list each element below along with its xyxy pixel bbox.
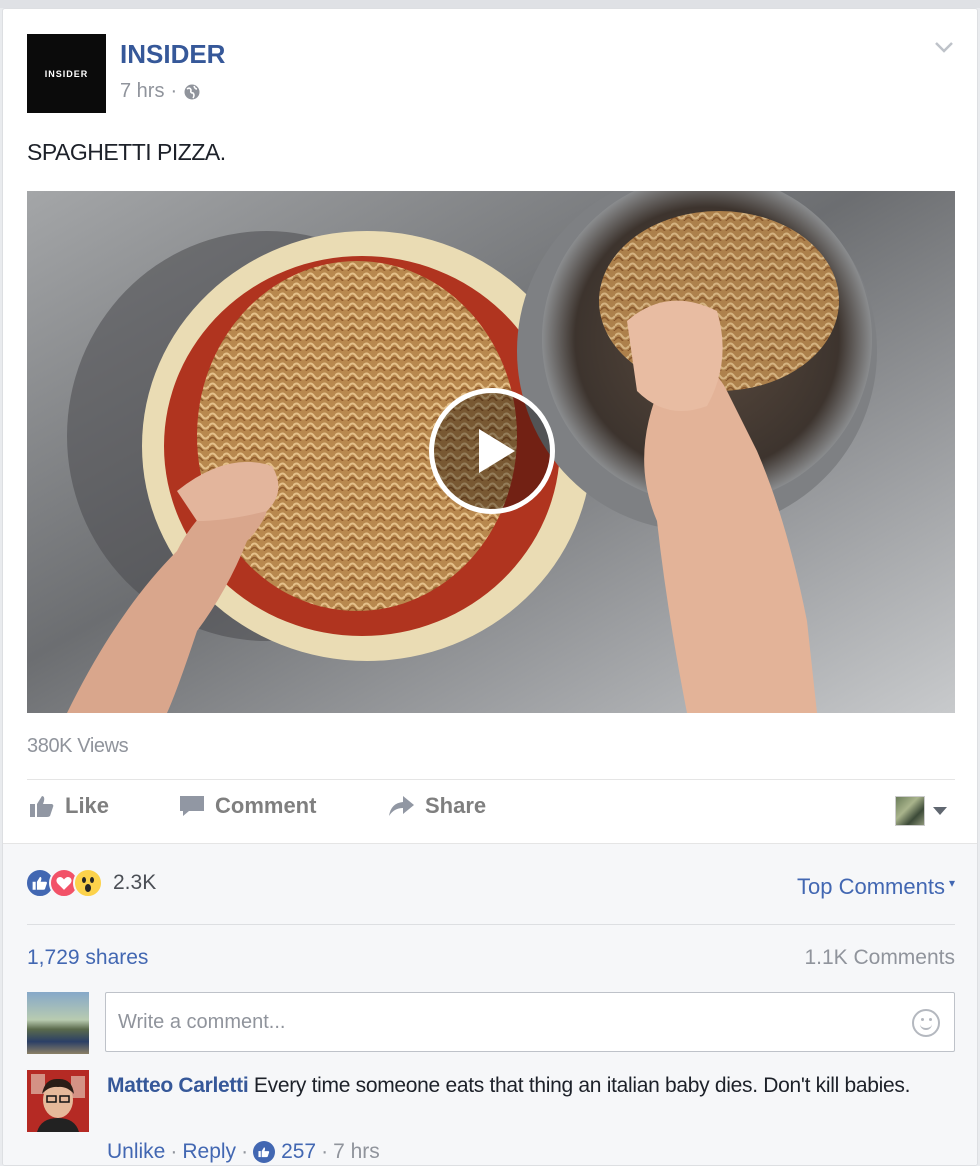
post-caption: SPAGHETTI PIZZA. (27, 139, 226, 165)
reaction-summary[interactable]: 2.3K (25, 868, 156, 898)
divider (27, 924, 955, 925)
comment-text-block: Matteo Carletti Every time someone eats … (107, 1070, 947, 1102)
comment-button[interactable]: Comment (179, 793, 316, 819)
comment-sort-dropdown[interactable]: Top Comments ▾ (797, 874, 955, 900)
chevron-down-icon[interactable] (933, 39, 955, 55)
top-border (0, 0, 980, 8)
reply-link[interactable]: Reply (182, 1140, 236, 1164)
comment-sort-label: Top Comments (797, 874, 945, 899)
comment-actions: Unlike · Reply · 257 · 7 hrs (107, 1140, 380, 1164)
emoji-icon[interactable] (912, 1009, 940, 1037)
like-label: Like (65, 793, 110, 818)
comment-label: Comment (215, 793, 317, 818)
reaction-count: 2.3K (113, 871, 157, 894)
comment-placeholder: Write a comment... (118, 1010, 286, 1033)
share-button[interactable]: Share (387, 793, 486, 819)
video-player[interactable] (27, 191, 955, 713)
viewer-selector[interactable] (895, 796, 947, 826)
thumbs-up-icon[interactable] (253, 1141, 276, 1163)
play-icon (478, 429, 515, 473)
comment-input[interactable]: Write a comment... (105, 992, 955, 1052)
caret-down-icon (933, 807, 947, 815)
thumbs-up-icon (30, 796, 54, 817)
comment-like-count[interactable]: 257 (281, 1140, 316, 1164)
commenter-avatar[interactable] (27, 1070, 89, 1132)
viewer-avatar (895, 796, 925, 826)
share-arrow-icon (389, 796, 414, 816)
page-name-link[interactable]: INSIDER (120, 39, 225, 70)
comment-icon (180, 796, 204, 816)
wow-reaction-icon (73, 868, 103, 898)
shares-link[interactable]: 1,729 shares (27, 946, 148, 970)
feedback-section: 2.3K Top Comments ▾ 1,729 shares 1.1K Co… (3, 843, 977, 1165)
post-card: INSIDER INSIDER 7 hrs · SPAGHETTI PIZZA. (2, 8, 978, 1166)
comment-text: Every time someone eats that thing an it… (253, 1074, 911, 1097)
share-label: Share (425, 793, 487, 818)
divider (27, 779, 955, 780)
page-logo-text: INSIDER (44, 68, 89, 79)
view-count: 380K Views (27, 735, 129, 757)
commenter-name-link[interactable]: Matteo Carletti (107, 1074, 249, 1097)
globe-icon[interactable] (183, 83, 201, 101)
comments-count-link[interactable]: 1.1K Comments (804, 946, 955, 970)
caret-down-icon: ▾ (948, 876, 955, 890)
page-avatar[interactable]: INSIDER (27, 34, 106, 113)
current-user-avatar[interactable] (27, 992, 89, 1054)
like-button[interactable]: Like (29, 793, 109, 819)
unlike-link[interactable]: Unlike (107, 1140, 165, 1164)
comment-time[interactable]: 7 hrs (333, 1140, 380, 1164)
post-meta: 7 hrs · (120, 80, 201, 103)
play-button[interactable] (429, 388, 555, 514)
post-time[interactable]: 7 hrs (120, 80, 164, 103)
